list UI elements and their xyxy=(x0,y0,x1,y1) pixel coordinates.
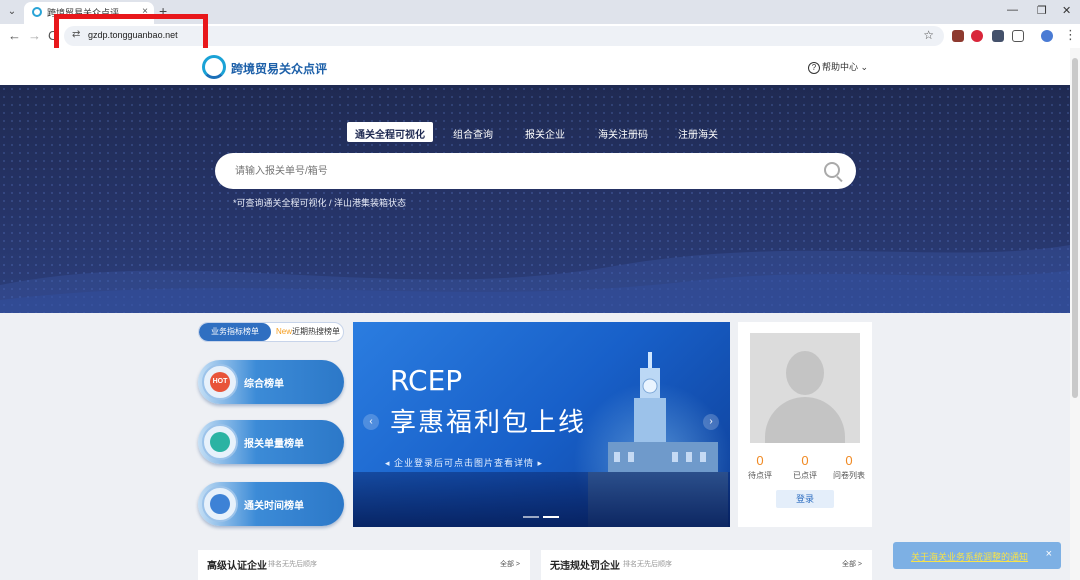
declaration-volume-ranking-label: 报关单量榜单 xyxy=(244,435,304,450)
declaration-volume-ranking-button[interactable]: 报关单量榜单 xyxy=(198,420,344,464)
back-icon[interactable]: ← xyxy=(8,28,21,43)
banner-title: RCEP xyxy=(390,364,462,397)
hot-fire-icon: HOT xyxy=(202,364,238,400)
stat-label: 已点评 xyxy=(783,470,827,481)
adblock-extension-icon[interactable] xyxy=(971,30,983,42)
bookmark-star-icon[interactable]: ☆ xyxy=(923,28,934,42)
tab-customs-broker[interactable]: 报关企业 xyxy=(517,122,573,142)
search-hint: *可查询通关全程可视化 / 洋山港集装箱状态 xyxy=(233,196,406,209)
stat-value: 0 xyxy=(783,453,827,468)
avatar-head xyxy=(786,351,824,395)
banner-note: ◂ 企业登录后可点击图片查看详情 ▸ xyxy=(385,456,543,469)
section-subtitle: 排名无先后顺序 xyxy=(268,559,317,569)
carousel-next-icon[interactable]: › xyxy=(703,414,719,430)
site-logo-text[interactable]: 跨境贸易关众点评 xyxy=(231,60,327,77)
overall-ranking-button[interactable]: HOT 综合榜单 xyxy=(198,360,344,404)
tab-customs-registration-code[interactable]: 海关注册码 xyxy=(590,122,656,142)
carousel-dot-active[interactable] xyxy=(543,516,559,518)
toggle-business-metrics[interactable]: 业务指标榜单 xyxy=(199,323,271,341)
carousel-dot[interactable] xyxy=(523,516,539,518)
stat-reviewed[interactable]: 0 已点评 xyxy=(783,453,827,481)
extension-icon[interactable] xyxy=(952,30,964,42)
toggle-recent-hot[interactable]: New近期热搜榜单 xyxy=(273,323,343,341)
notice-toast: 关于海关业务系统调整的通知 × xyxy=(893,542,1061,569)
search-icon[interactable] xyxy=(824,162,840,178)
hero-wave-decoration xyxy=(0,225,1070,313)
banner-floor-shade xyxy=(353,472,730,527)
clearance-time-ranking-button[interactable]: 通关时间榜单 xyxy=(198,482,344,526)
tab-search-icon[interactable]: ⌄ xyxy=(4,4,20,20)
scrollbar-thumb[interactable] xyxy=(1072,58,1078,398)
stat-pending-review[interactable]: 0 待点评 xyxy=(738,453,782,481)
stat-label: 待点评 xyxy=(738,470,782,481)
layers-icon xyxy=(202,424,238,460)
help-center-link[interactable]: ?帮助中心 ⌄ xyxy=(808,60,868,74)
user-card: 0 待点评 0 已点评 0 问卷列表 登录 xyxy=(738,322,872,527)
extensions-puzzle-icon[interactable] xyxy=(1012,30,1024,42)
window-close-icon[interactable]: ✕ xyxy=(1062,4,1071,17)
question-icon: ? xyxy=(808,62,820,74)
site-header: 跨境贸易关众点评 ?帮助中心 ⌄ xyxy=(0,48,1070,85)
site-favicon-icon xyxy=(32,7,42,17)
page-scrollbar[interactable] xyxy=(1070,48,1080,580)
help-label: 帮助中心 xyxy=(822,62,858,72)
restore-icon[interactable]: ❐ xyxy=(1037,4,1047,17)
profile-avatar-icon[interactable] xyxy=(1041,30,1053,42)
certified-enterprises-section: 高级认证企业 排名无先后顺序 全部 > xyxy=(198,550,530,580)
stat-value: 0 xyxy=(827,453,871,468)
no-violation-enterprises-section: 无违规处罚企业 排名无先后顺序 全部 > xyxy=(541,550,872,580)
browser-menu-icon[interactable]: ⋮ xyxy=(1064,27,1077,43)
view-all-link[interactable]: 全部 > xyxy=(842,559,862,569)
view-all-link[interactable]: 全部 > xyxy=(500,559,520,569)
tab-combined-query[interactable]: 组合查询 xyxy=(445,122,501,142)
carousel-prev-icon[interactable]: ‹ xyxy=(363,414,379,430)
web-page: 跨境贸易关众点评 ?帮助中心 ⌄ 通关全程可视化 组合查询 报关企业 海关注册码… xyxy=(0,48,1070,580)
overall-ranking-label: 综合榜单 xyxy=(244,375,284,390)
stat-questionnaires[interactable]: 0 问卷列表 xyxy=(827,453,871,481)
site-logo-icon[interactable] xyxy=(202,55,226,79)
document-clock-icon xyxy=(202,486,238,522)
hero-search-section: 通关全程可视化 组合查询 报关企业 海关注册码 注册海关 *可查询通关全程可视化… xyxy=(0,85,1070,313)
notice-link[interactable]: 关于海关业务系统调整的通知 xyxy=(911,550,1028,563)
banner-note-text: 企业登录后可点击图片查看详情 xyxy=(394,458,534,468)
tab-register-customs[interactable]: 注册海关 xyxy=(670,122,726,142)
minimize-icon[interactable]: — xyxy=(1007,4,1018,16)
promo-banner-carousel[interactable]: RCEP 享惠福利包上线 ◂ 企业登录后可点击图片查看详情 ▸ ‹ › xyxy=(353,322,730,527)
avatar-placeholder-icon xyxy=(750,333,860,443)
section-title: 高级认证企业 xyxy=(207,557,267,572)
hot-badge: HOT xyxy=(210,372,230,392)
login-button[interactable]: 登录 xyxy=(776,490,834,508)
search-box xyxy=(215,153,856,189)
avatar-body xyxy=(765,397,845,443)
section-title: 无违规处罚企业 xyxy=(550,557,620,572)
ranking-mode-toggle: 业务指标榜单 New近期热搜榜单 xyxy=(198,322,344,342)
toggle-recent-hot-label: 近期热搜榜单 xyxy=(292,327,340,336)
toast-close-icon[interactable]: × xyxy=(1046,548,1052,560)
clearance-time-ranking-label: 通关时间榜单 xyxy=(244,497,304,512)
section-subtitle: 排名无先后顺序 xyxy=(623,559,672,569)
forward-icon[interactable]: → xyxy=(28,28,41,43)
ia-extension-icon[interactable] xyxy=(992,30,1004,42)
stat-label: 问卷列表 xyxy=(827,470,871,481)
stat-value: 0 xyxy=(738,453,782,468)
banner-subtitle: 享惠福利包上线 xyxy=(390,402,586,439)
new-badge: New xyxy=(276,327,292,336)
tab-customs-visualization[interactable]: 通关全程可视化 xyxy=(347,122,433,142)
search-input[interactable] xyxy=(235,163,795,179)
